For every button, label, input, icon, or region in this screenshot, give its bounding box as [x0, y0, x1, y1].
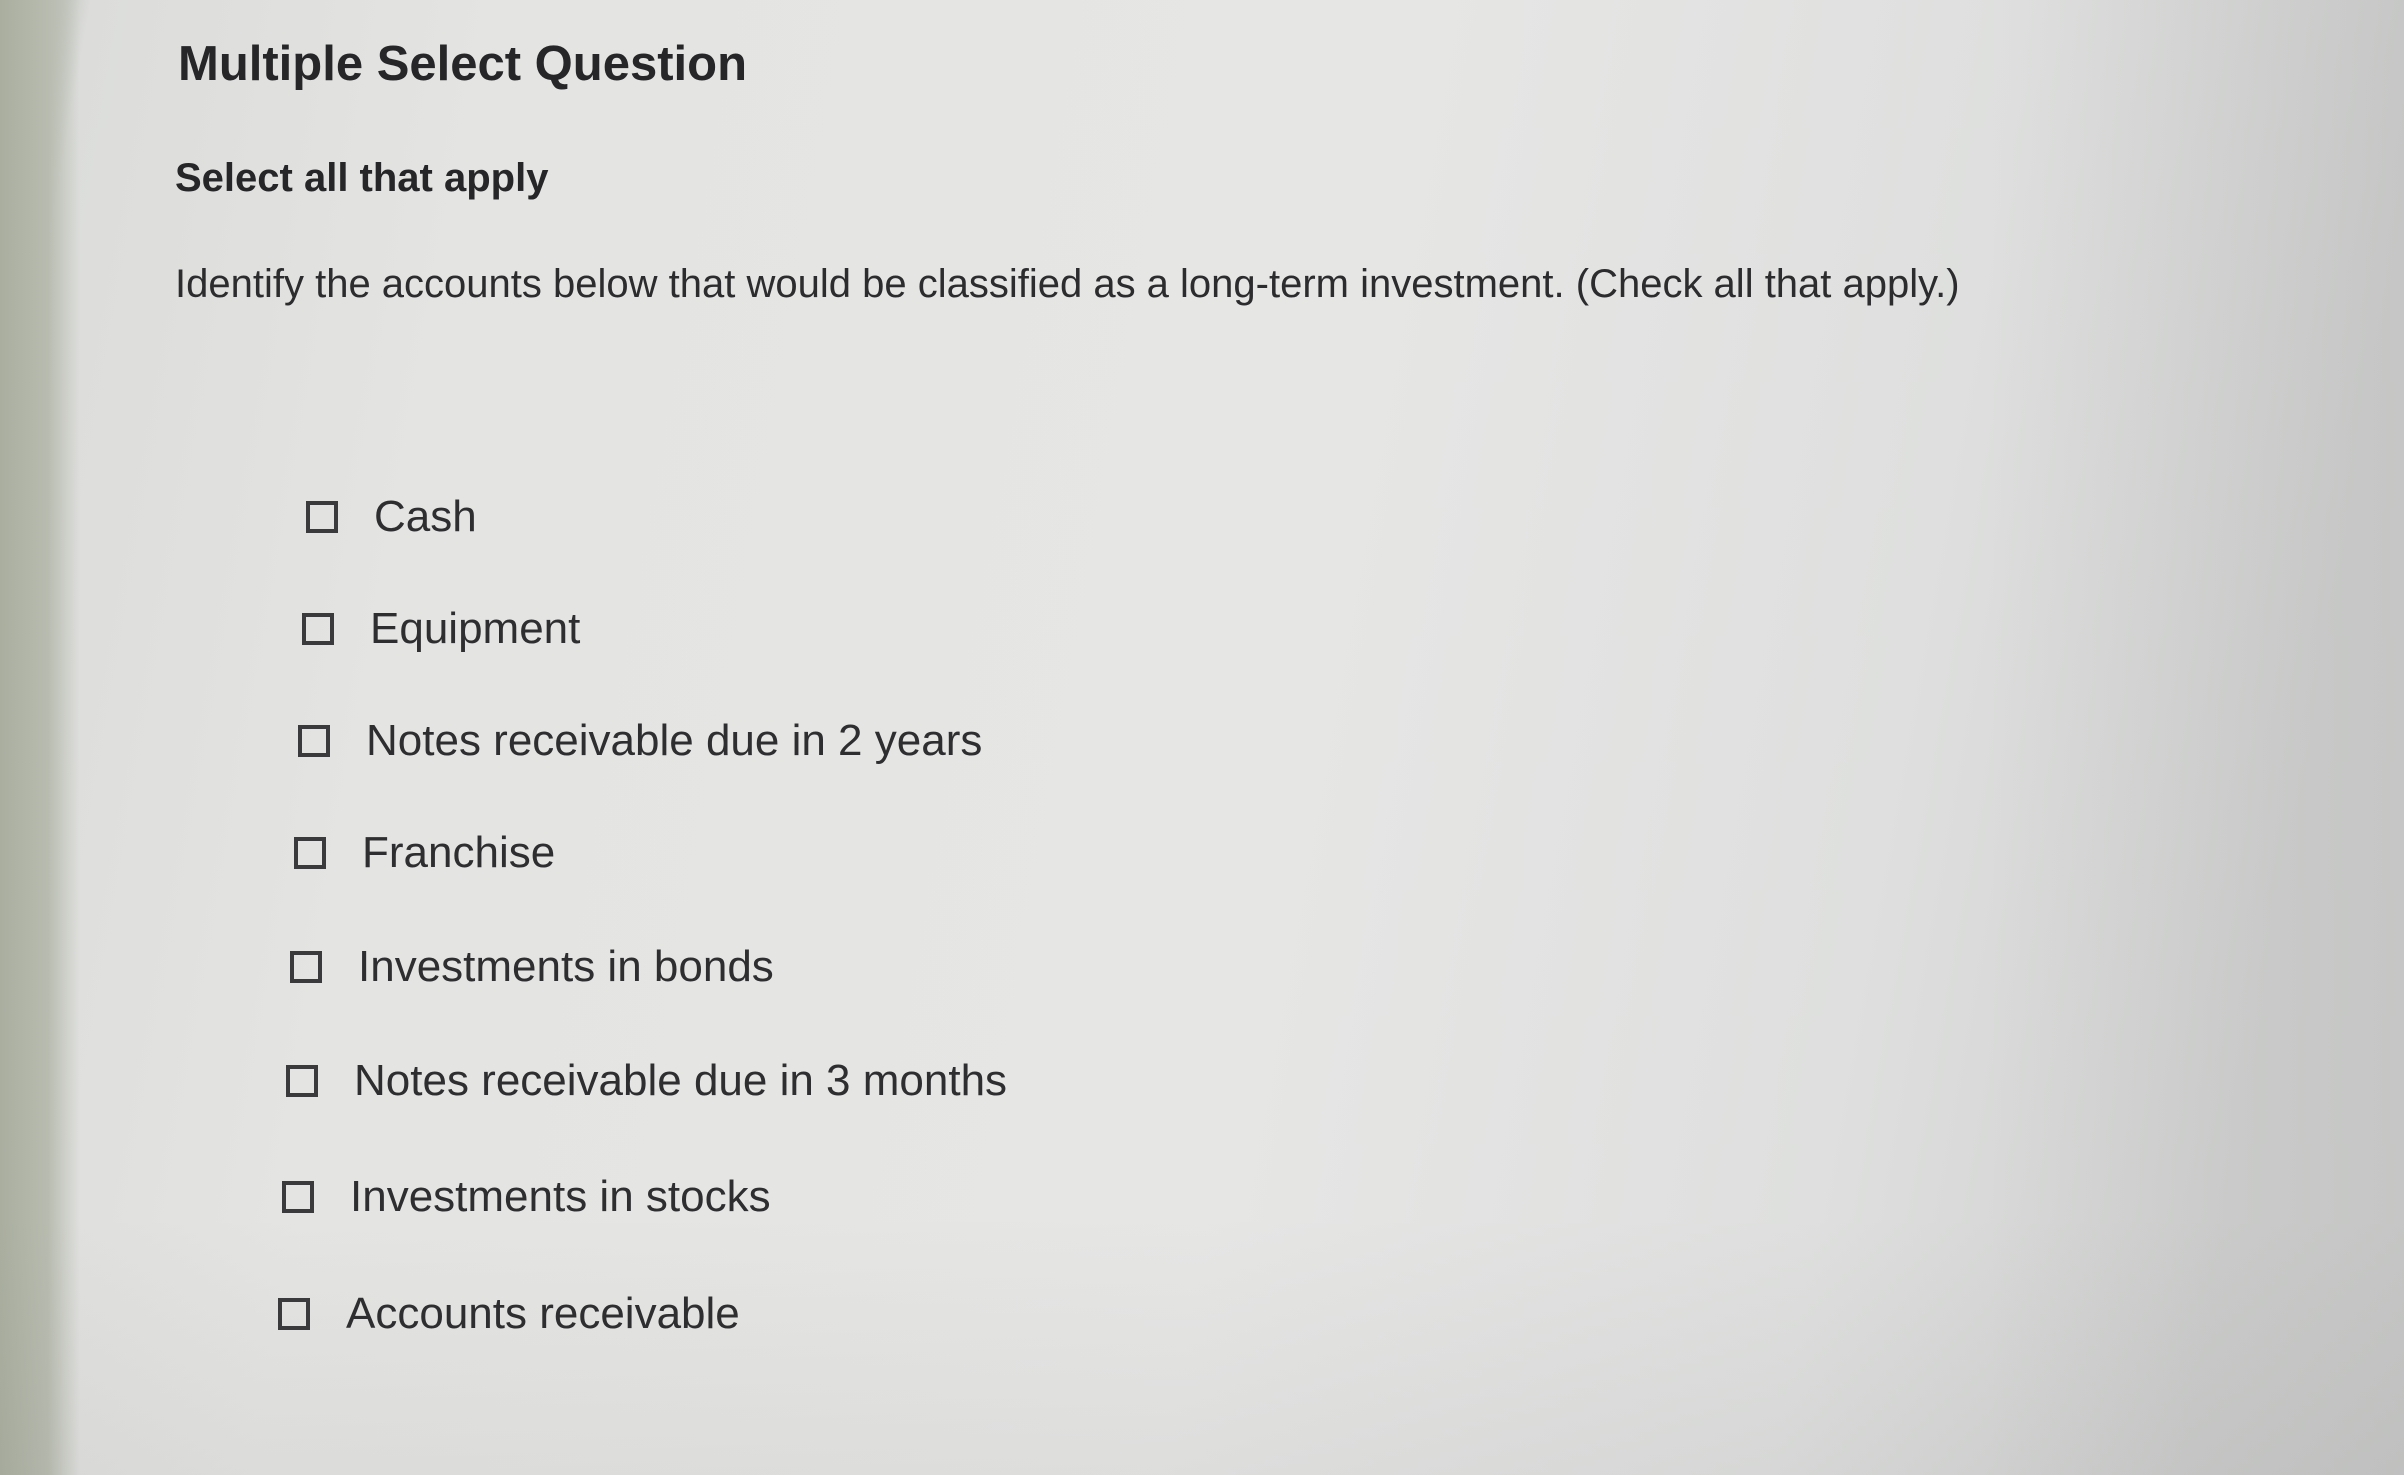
checkbox-icon[interactable] [294, 837, 326, 869]
option-notes-receivable-3-months[interactable]: Notes receivable due in 3 months [286, 1056, 1007, 1106]
question-panel: Multiple Select Question Select all that… [175, 30, 2278, 1338]
option-franchise[interactable]: Franchise [294, 828, 555, 878]
option-equipment[interactable]: Equipment [302, 604, 580, 654]
question-prompt: Identify the accounts below that would b… [175, 262, 1960, 306]
option-label: Investments in stocks [350, 1172, 771, 1221]
option-investments-in-stocks[interactable]: Investments in stocks [282, 1172, 771, 1222]
checkbox-icon[interactable] [302, 613, 334, 645]
option-label: Investments in bonds [358, 942, 774, 991]
option-accounts-receivable[interactable]: Accounts receivable [278, 1289, 740, 1339]
option-label: Franchise [362, 828, 556, 877]
checkbox-icon[interactable] [286, 1065, 318, 1097]
checkbox-icon[interactable] [290, 951, 322, 983]
option-label: Accounts receivable [346, 1289, 740, 1338]
lighting-shade-bottom [0, 1215, 2404, 1475]
question-type-title: Multiple Select Question [178, 37, 748, 91]
checkbox-icon[interactable] [306, 501, 338, 533]
option-notes-receivable-2-years[interactable]: Notes receivable due in 2 years [298, 716, 982, 766]
checkbox-icon[interactable] [278, 1298, 310, 1330]
option-cash[interactable]: Cash [306, 492, 477, 542]
option-label: Notes receivable due in 3 months [354, 1056, 1008, 1105]
select-all-instruction: Select all that apply [175, 156, 549, 200]
option-label: Equipment [370, 604, 581, 653]
option-label: Cash [374, 492, 477, 541]
checkbox-icon[interactable] [298, 725, 330, 757]
checkbox-icon[interactable] [282, 1181, 314, 1213]
option-label: Notes receivable due in 2 years [366, 716, 983, 765]
option-investments-in-bonds[interactable]: Investments in bonds [290, 942, 774, 992]
